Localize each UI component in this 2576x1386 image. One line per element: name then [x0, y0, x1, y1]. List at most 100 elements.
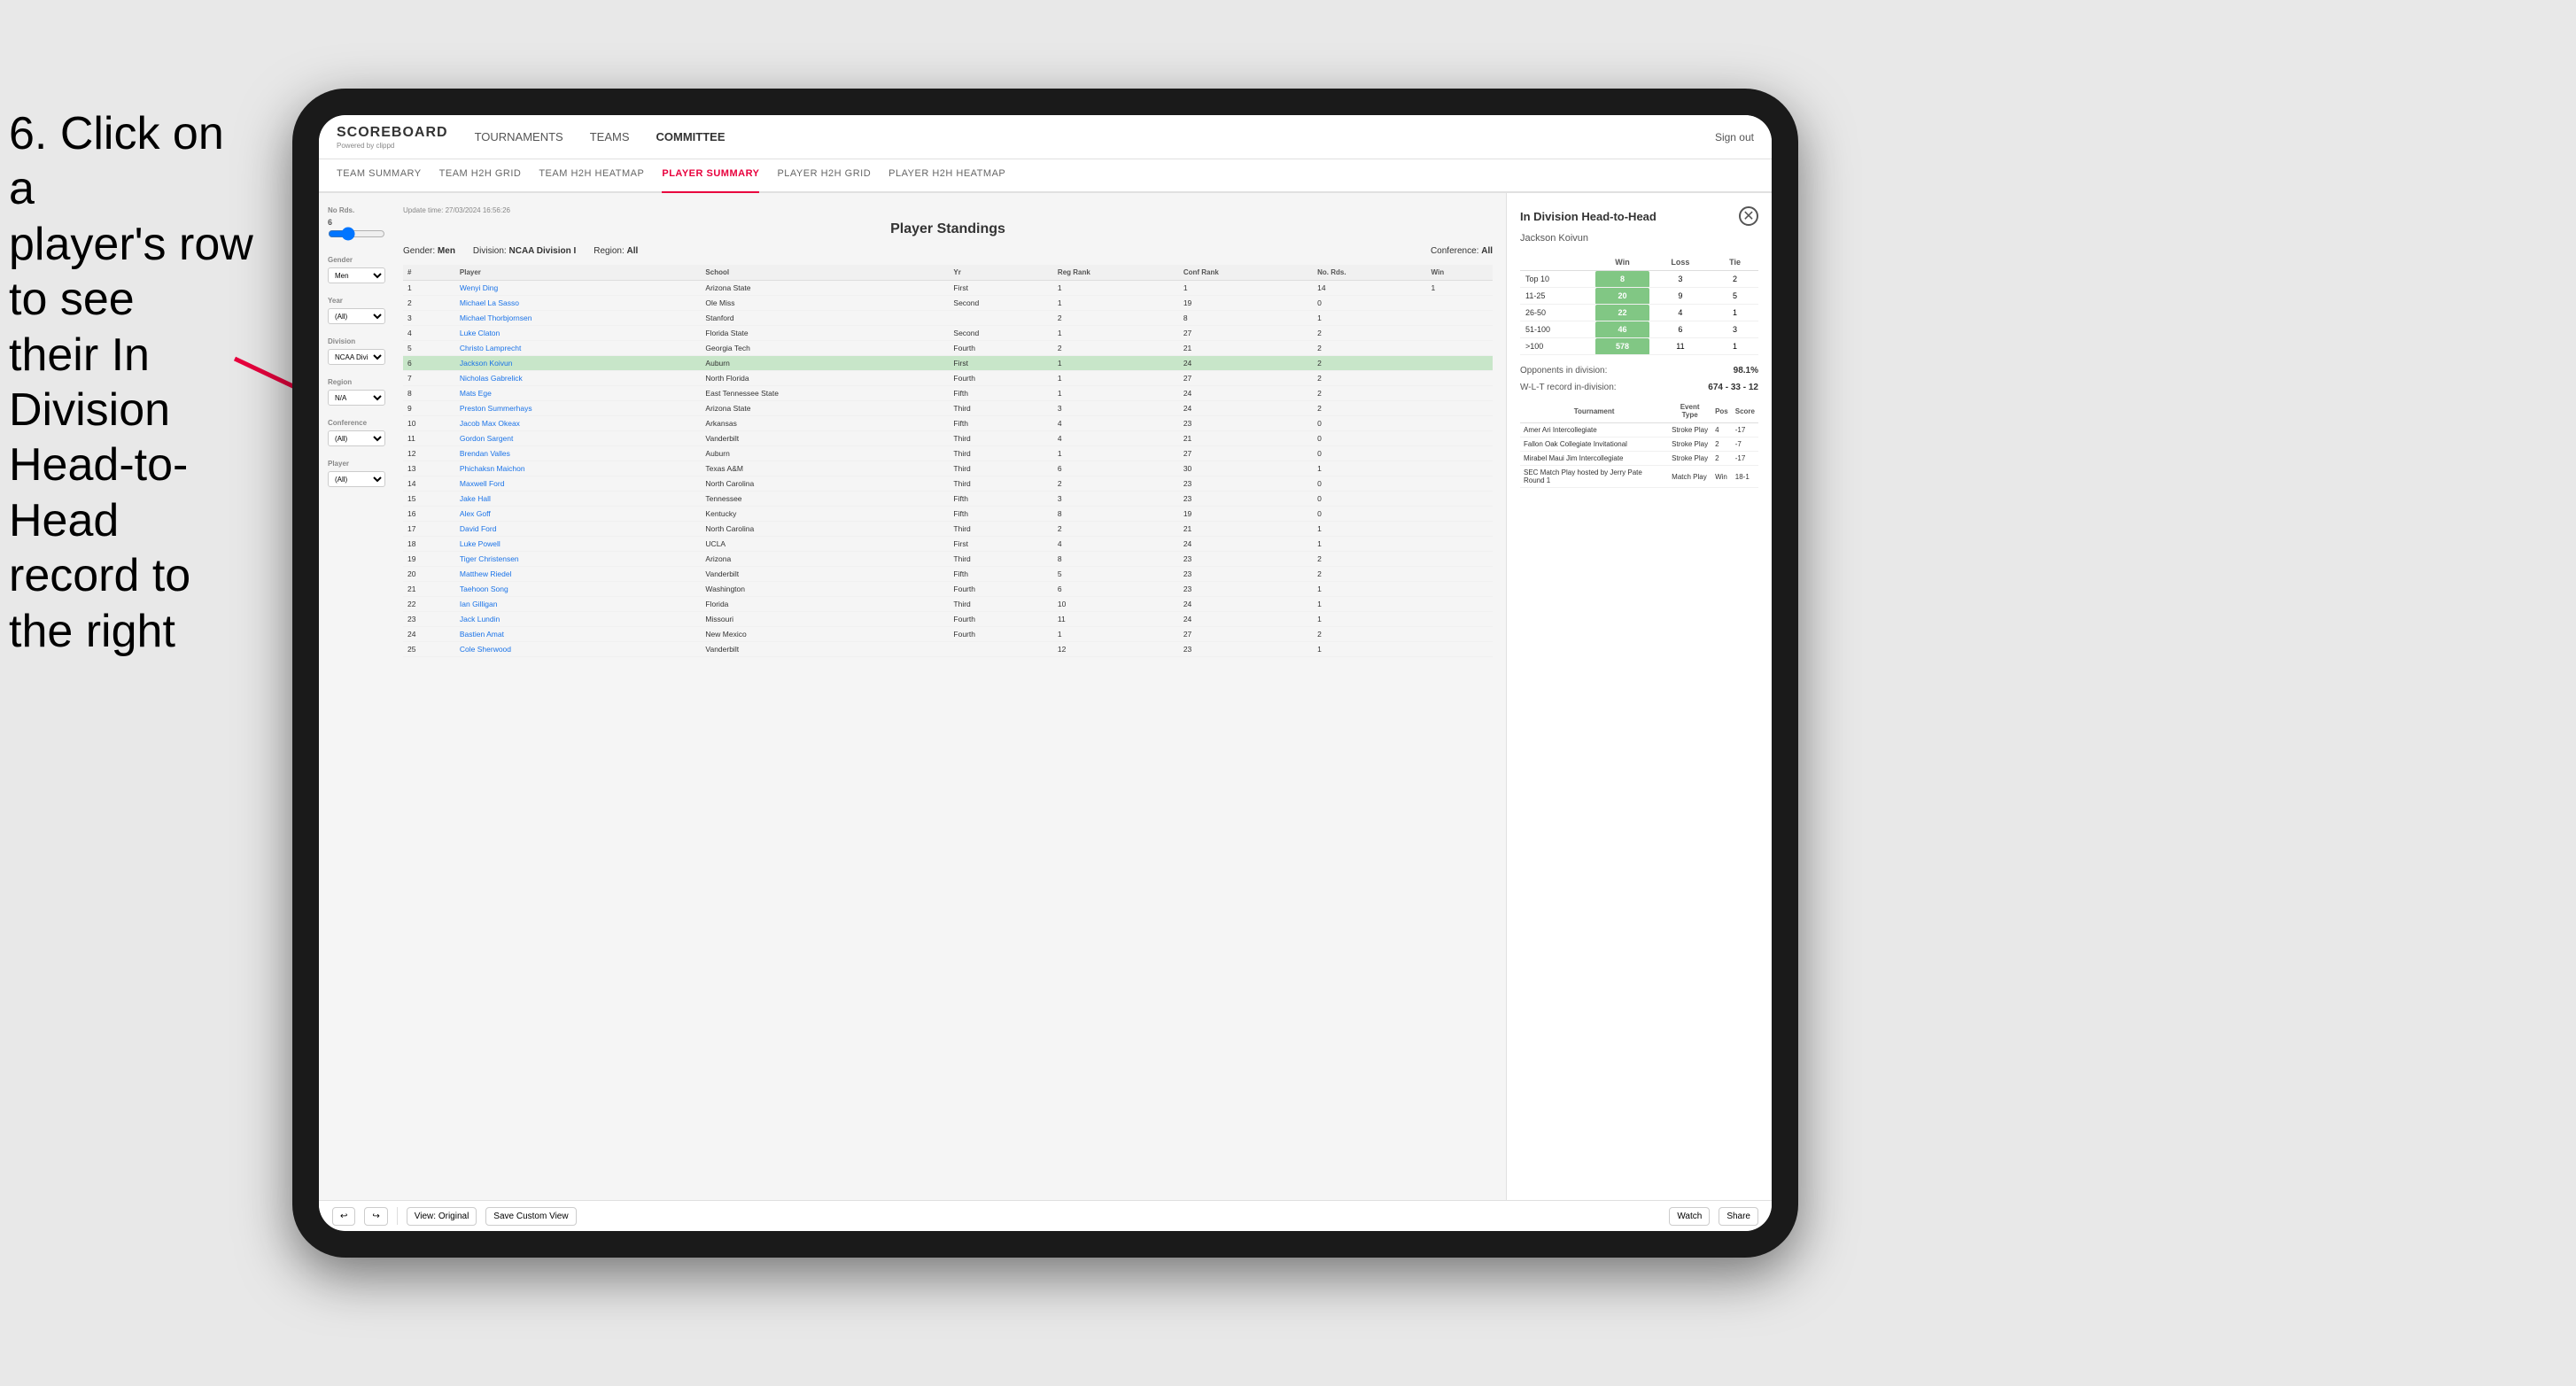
nav-committee[interactable]: COMMITTEE: [656, 127, 725, 147]
table-row[interactable]: 11 Gordon Sargent Vanderbilt Third 4 21 …: [403, 431, 1493, 446]
row-rds: 0: [1313, 507, 1426, 522]
row-school: Stanford: [701, 311, 949, 326]
row-school: Vanderbilt: [701, 567, 949, 582]
nav-tournaments[interactable]: TOURNAMENTS: [475, 127, 563, 147]
table-row[interactable]: 5 Christo Lamprecht Georgia Tech Fourth …: [403, 341, 1493, 356]
table-row[interactable]: 17 David Ford North Carolina Third 2 21 …: [403, 522, 1493, 537]
tourney-type: Stroke Play: [1668, 452, 1711, 466]
row-yr: Fifth: [949, 507, 1053, 522]
header-right: Sign out: [1715, 131, 1754, 143]
tourney-score: -17: [1732, 423, 1758, 437]
share-button[interactable]: Share: [1719, 1207, 1758, 1226]
row-conf: 1: [1179, 281, 1313, 296]
h2h-close-button[interactable]: ✕: [1739, 206, 1758, 226]
row-conf: 19: [1179, 296, 1313, 311]
row-player: Luke Powell: [455, 537, 702, 552]
row-reg: 11: [1053, 612, 1179, 627]
table-row[interactable]: 14 Maxwell Ford North Carolina Third 2 2…: [403, 476, 1493, 492]
player-select[interactable]: (All): [328, 471, 385, 487]
table-row[interactable]: 6 Jackson Koivun Auburn First 1 24 2: [403, 356, 1493, 371]
tab-team-summary[interactable]: TEAM SUMMARY: [337, 166, 422, 184]
row-player: Taehoon Song: [455, 582, 702, 597]
h2h-range: 11-25: [1520, 288, 1595, 305]
table-row[interactable]: 1 Wenyi Ding Arizona State First 1 1 14 …: [403, 281, 1493, 296]
table-row[interactable]: 8 Mats Ege East Tennessee State Fifth 1 …: [403, 386, 1493, 401]
row-reg: 8: [1053, 552, 1179, 567]
save-custom-button[interactable]: Save Custom View: [485, 1207, 576, 1226]
tourney-name: Amer Ari Intercollegiate: [1520, 423, 1668, 437]
logo-title: SCOREBOARD: [337, 125, 448, 141]
row-school: North Carolina: [701, 522, 949, 537]
row-reg: 2: [1053, 476, 1179, 492]
h2h-loss: 9: [1649, 288, 1711, 305]
table-row[interactable]: 13 Phichaksn Maichon Texas A&M Third 6 3…: [403, 461, 1493, 476]
table-row[interactable]: 19 Tiger Christensen Arizona Third 8 23 …: [403, 552, 1493, 567]
table-row[interactable]: 4 Luke Claton Florida State Second 1 27 …: [403, 326, 1493, 341]
row-school: Vanderbilt: [701, 642, 949, 657]
no-rds-slider[interactable]: [328, 227, 385, 241]
row-yr: Third: [949, 522, 1053, 537]
instruction-text: 6. Click on a player's row to see their …: [0, 106, 257, 659]
tourney-pos: 4: [1711, 423, 1732, 437]
table-row[interactable]: 22 Ian Gilligan Florida Third 10 24 1: [403, 597, 1493, 612]
table-row[interactable]: 15 Jake Hall Tennessee Fifth 3 23 0: [403, 492, 1493, 507]
region-select[interactable]: N/A: [328, 390, 385, 406]
undo-button[interactable]: ↩: [332, 1207, 355, 1226]
row-player: Jacob Max Okeax: [455, 416, 702, 431]
row-reg: 1: [1053, 371, 1179, 386]
stats-row: Opponents in division: 98.1%: [1520, 366, 1758, 376]
row-school: Florida State: [701, 326, 949, 341]
table-row[interactable]: 10 Jacob Max Okeax Arkansas Fifth 4 23 0: [403, 416, 1493, 431]
nav-teams[interactable]: TEAMS: [590, 127, 630, 147]
table-row[interactable]: 24 Bastien Amat New Mexico Fourth 1 27 2: [403, 627, 1493, 642]
tab-team-h2h-grid[interactable]: TEAM H2H GRID: [439, 166, 522, 184]
watch-button[interactable]: Watch: [1669, 1207, 1710, 1226]
row-player: Brendan Valles: [455, 446, 702, 461]
row-reg: 1: [1053, 326, 1179, 341]
table-row[interactable]: 20 Matthew Riedel Vanderbilt Fifth 5 23 …: [403, 567, 1493, 582]
wlt-record: 674 - 33 - 12: [1708, 383, 1758, 392]
table-row[interactable]: 16 Alex Goff Kentucky Fifth 8 19 0: [403, 507, 1493, 522]
tab-player-summary[interactable]: PLAYER SUMMARY: [662, 166, 759, 193]
tab-team-h2h-heatmap[interactable]: TEAM H2H HEATMAP: [539, 166, 644, 184]
sign-out-link[interactable]: Sign out: [1715, 131, 1754, 143]
table-row[interactable]: 9 Preston Summerhays Arizona State Third…: [403, 401, 1493, 416]
row-player: Wenyi Ding: [455, 281, 702, 296]
tourney-col-score: Score: [1732, 399, 1758, 423]
row-num: 19: [403, 552, 455, 567]
table-row[interactable]: 12 Brendan Valles Auburn Third 1 27 0: [403, 446, 1493, 461]
instruction-line1: 6. Click on a: [9, 106, 257, 217]
h2h-range: 26-50: [1520, 305, 1595, 321]
table-row[interactable]: 7 Nicholas Gabrelick North Florida Fourt…: [403, 371, 1493, 386]
tab-player-h2h-heatmap[interactable]: PLAYER H2H HEATMAP: [888, 166, 1005, 184]
redo-button[interactable]: ↪: [364, 1207, 387, 1226]
row-yr: Third: [949, 431, 1053, 446]
row-num: 10: [403, 416, 455, 431]
table-row[interactable]: 21 Taehoon Song Washington Fourth 6 23 1: [403, 582, 1493, 597]
table-row[interactable]: 23 Jack Lundin Missouri Fourth 11 24 1: [403, 612, 1493, 627]
tab-player-h2h-grid[interactable]: PLAYER H2H GRID: [777, 166, 871, 184]
table-row[interactable]: 3 Michael Thorbjornsen Stanford 2 8 1: [403, 311, 1493, 326]
gender-filter: Gender Men: [328, 256, 381, 283]
row-rds: 2: [1313, 326, 1426, 341]
table-row[interactable]: 25 Cole Sherwood Vanderbilt 12 23 1: [403, 642, 1493, 657]
row-win: [1427, 371, 1493, 386]
tournament-row: SEC Match Play hosted by Jerry Pate Roun…: [1520, 466, 1758, 488]
table-row[interactable]: 18 Luke Powell UCLA First 4 24 1: [403, 537, 1493, 552]
tournament-row: Fallon Oak Collegiate Invitational Strok…: [1520, 437, 1758, 452]
row-rds: 0: [1313, 416, 1426, 431]
h2h-loss: 3: [1649, 271, 1711, 288]
row-num: 9: [403, 401, 455, 416]
h2h-loss: 6: [1649, 321, 1711, 338]
view-original-button[interactable]: View: Original: [407, 1207, 477, 1226]
gender-select[interactable]: Men: [328, 267, 385, 283]
row-reg: 6: [1053, 582, 1179, 597]
row-num: 15: [403, 492, 455, 507]
table-row[interactable]: 2 Michael La Sasso Ole Miss Second 1 19 …: [403, 296, 1493, 311]
division-select[interactable]: NCAA Division I: [328, 349, 385, 365]
year-select[interactable]: (All): [328, 308, 385, 324]
row-yr: Fifth: [949, 416, 1053, 431]
row-win: [1427, 416, 1493, 431]
conference-select[interactable]: (All): [328, 430, 385, 446]
row-yr: Second: [949, 296, 1053, 311]
